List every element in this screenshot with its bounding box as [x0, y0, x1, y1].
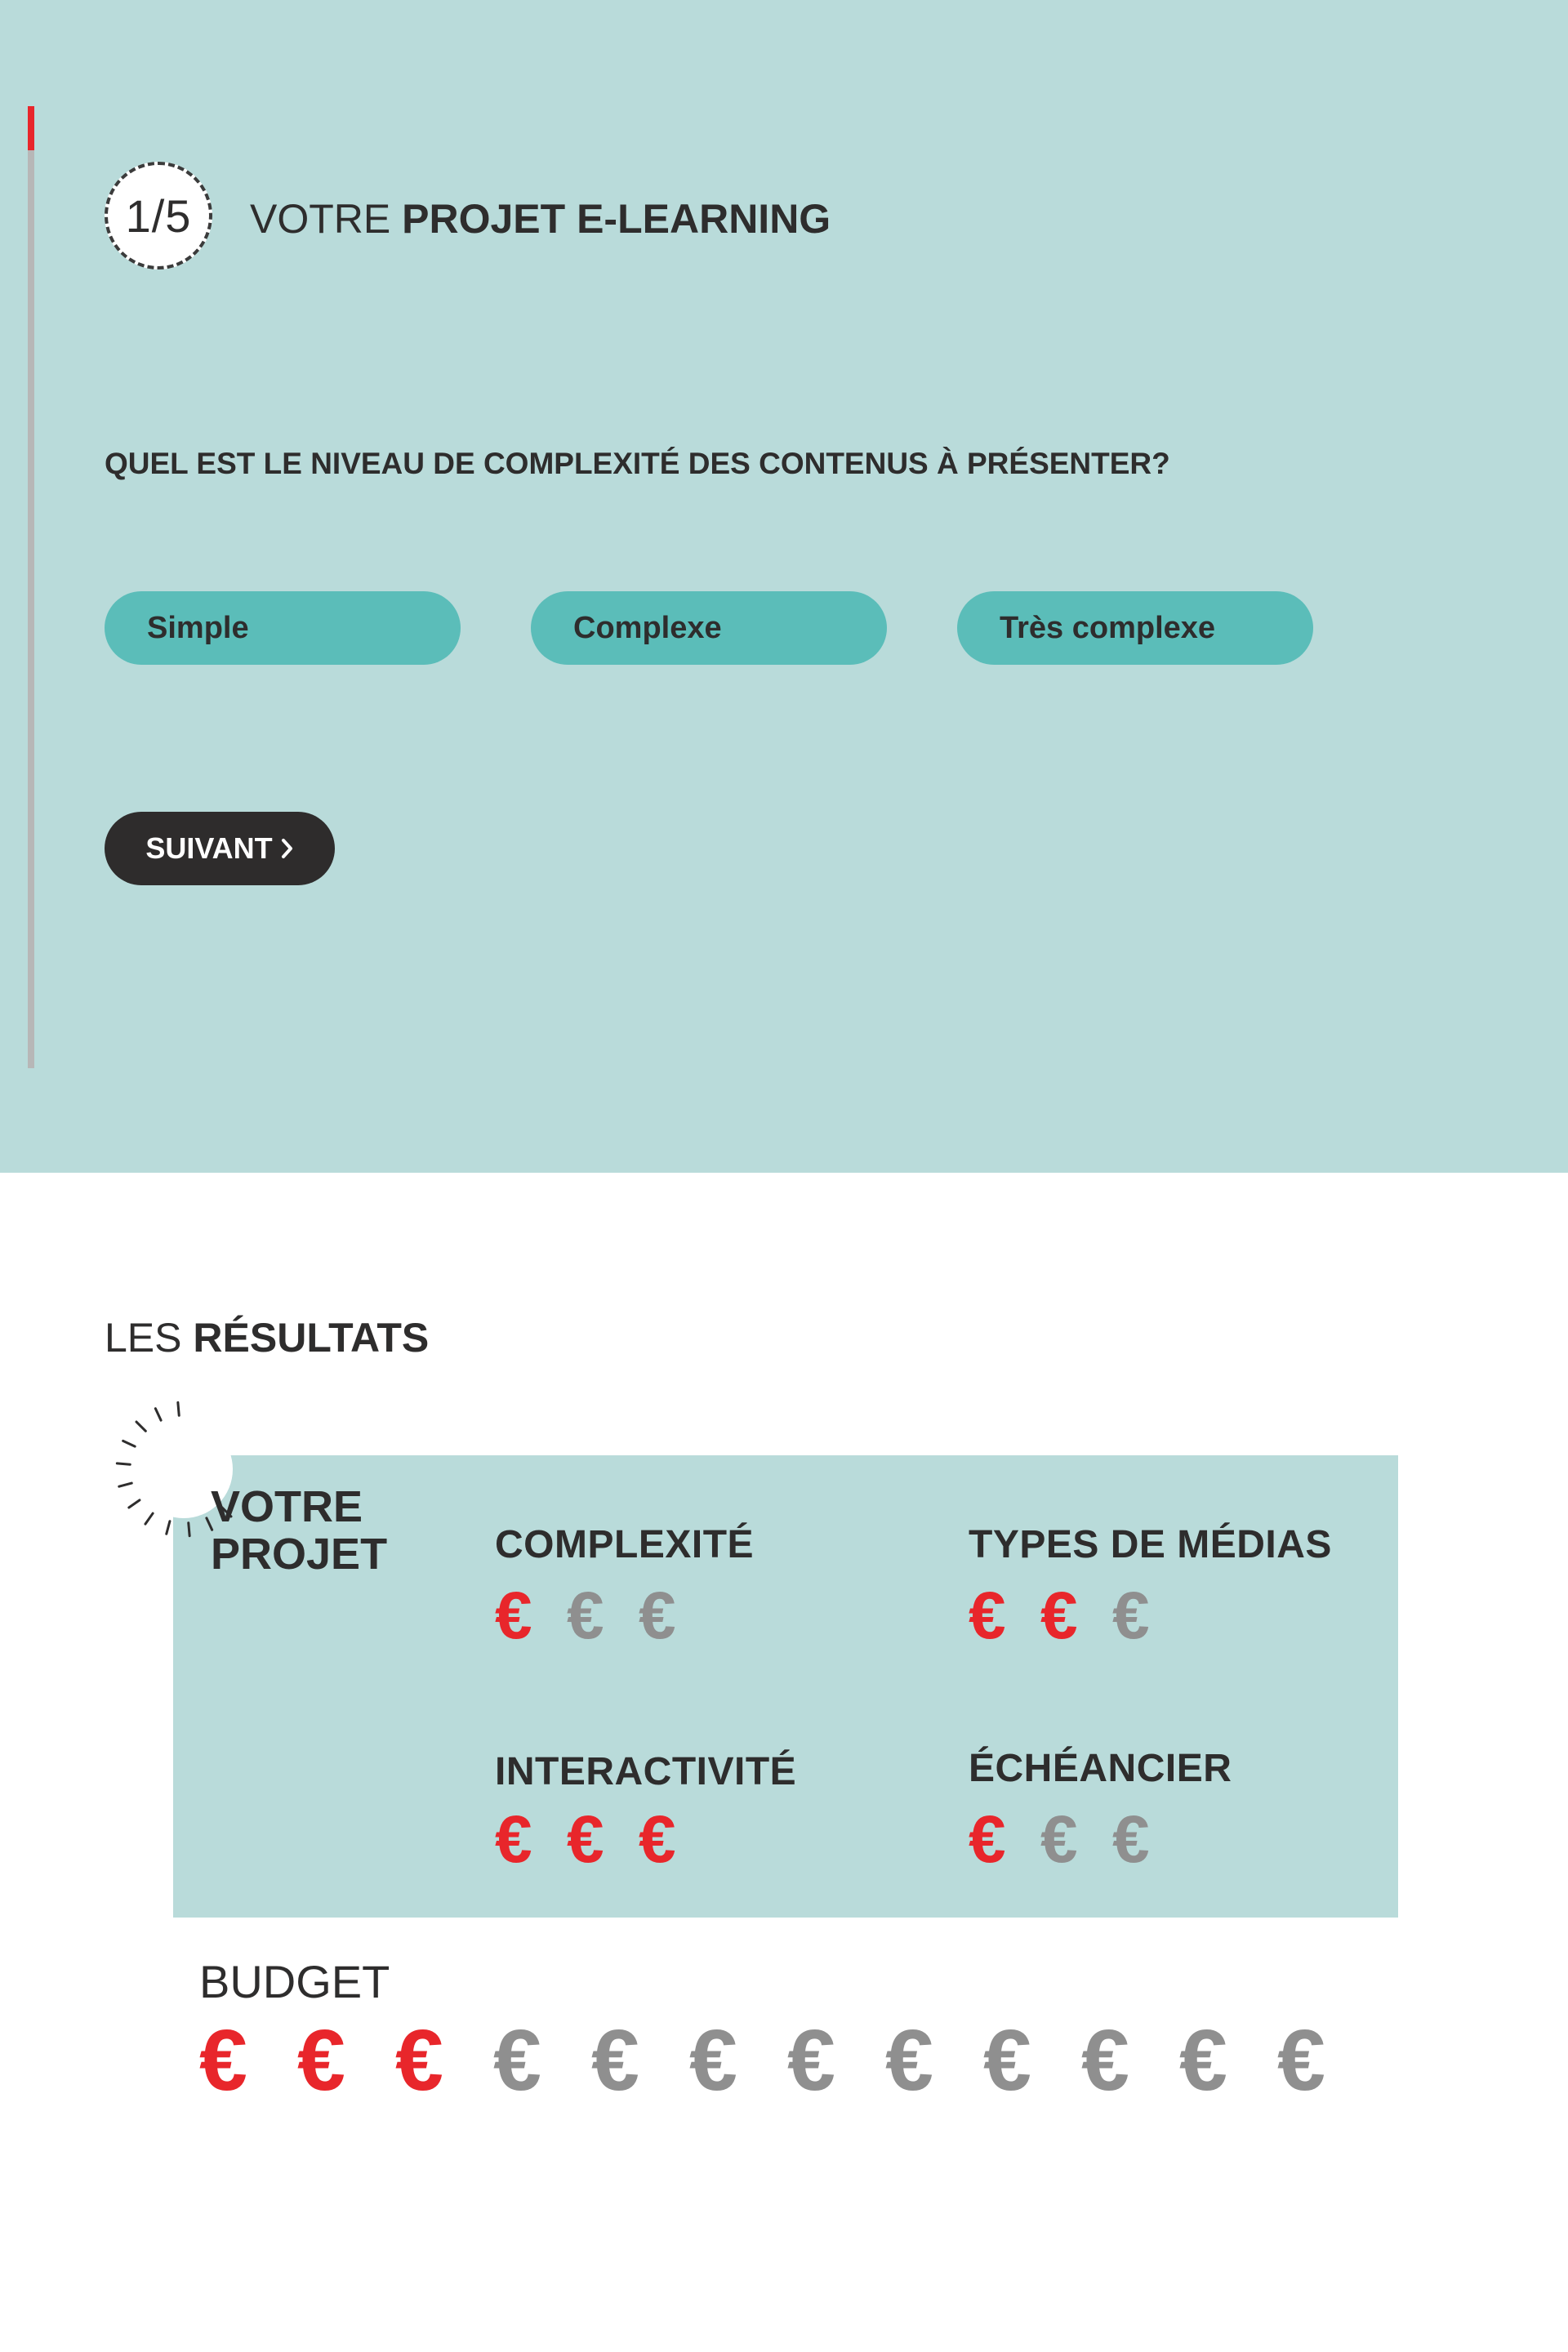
card-title-line1: VOTRE — [211, 1482, 363, 1531]
quiz-title: VOTRE PROJET E-LEARNING — [250, 191, 831, 247]
euro-icon-inactive: € — [639, 1579, 676, 1653]
euro-icon-inactive: € — [983, 2012, 1031, 2109]
euro-icon-inactive: € — [689, 2012, 737, 2109]
euro-icon-inactive: € — [1179, 2012, 1227, 2109]
next-button[interactable]: SUIVANT — [105, 812, 335, 885]
budget-label: BUDGET — [199, 1956, 390, 2007]
budget-rating: € € € € € € € € € € € € — [199, 2017, 1375, 2104]
answer-simple-button[interactable]: Simple — [105, 591, 461, 665]
step-badge: 1/5 — [105, 162, 212, 270]
euro-icon-inactive: € — [1040, 1802, 1078, 1877]
quiz-panel: 1/5 VOTRE PROJET E-LEARNING QUEL EST LE … — [0, 0, 1568, 1173]
results-heading-bold: RÉSULTATS — [193, 1315, 430, 1361]
chevron-right-icon — [281, 839, 292, 858]
metric-label-complexite: COMPLEXITÉ — [495, 1523, 755, 1566]
euro-icon-active: € — [1040, 1579, 1078, 1653]
question-text: QUEL EST LE NIVEAU DE COMPLEXITÉ DES CON… — [105, 447, 1170, 480]
euro-icon-active: € — [639, 1802, 676, 1877]
results-heading: LES RÉSULTATS — [105, 1310, 429, 1365]
euro-icon-inactive: € — [1081, 2012, 1129, 2109]
answer-label: Très complexe — [1000, 610, 1216, 645]
progress-fill — [28, 106, 34, 151]
metric-label-interactivite: INTERACTIVITÉ — [495, 1750, 797, 1793]
card-title-line2: PROJET — [211, 1530, 388, 1579]
euro-icon-active: € — [969, 1579, 1006, 1653]
euro-icon-inactive: € — [1112, 1579, 1150, 1653]
next-label: SUIVANT — [145, 831, 273, 865]
answer-label: Simple — [147, 610, 249, 645]
euro-icon-inactive: € — [591, 2012, 639, 2109]
metric-label-types-de-medias: TYPES DE MÉDIAS — [969, 1523, 1332, 1566]
euro-icon-active: € — [495, 1802, 532, 1877]
quiz-title-bold: PROJET E-LEARNING — [402, 196, 831, 242]
euro-icon-inactive: € — [493, 2012, 541, 2109]
metric-label-echeancier: ÉCHÉANCIER — [969, 1747, 1232, 1790]
euro-icon-inactive: € — [1112, 1802, 1150, 1877]
metric-rating-interactivite: € € € — [495, 1806, 710, 1873]
euro-icon-inactive: € — [1277, 2012, 1325, 2109]
results-heading-light: LES — [105, 1315, 194, 1361]
metric-rating-echeancier: € € € — [969, 1806, 1184, 1873]
quiz-title-light: VOTRE — [250, 196, 403, 242]
euro-icon-active: € — [567, 1802, 604, 1877]
euro-icon-active: € — [969, 1802, 1006, 1877]
progress-track — [28, 106, 34, 1068]
euro-icon-inactive: € — [885, 2012, 933, 2109]
answer-label: Complexe — [573, 610, 722, 645]
euro-icon-inactive: € — [787, 2012, 835, 2109]
euro-icon-active: € — [395, 2012, 443, 2109]
card-title: VOTRE PROJET — [211, 1483, 387, 1578]
euro-icon-active: € — [199, 2012, 247, 2109]
metric-rating-types-de-medias: € € € — [969, 1583, 1184, 1650]
euro-icon-active: € — [495, 1579, 532, 1653]
euro-icon-inactive: € — [567, 1579, 604, 1653]
answer-complexe-button[interactable]: Complexe — [531, 591, 887, 665]
answer-tres-complexe-button[interactable]: Très complexe — [957, 591, 1313, 665]
metric-rating-complexite: € € € — [495, 1583, 710, 1650]
euro-icon-active: € — [297, 2012, 345, 2109]
